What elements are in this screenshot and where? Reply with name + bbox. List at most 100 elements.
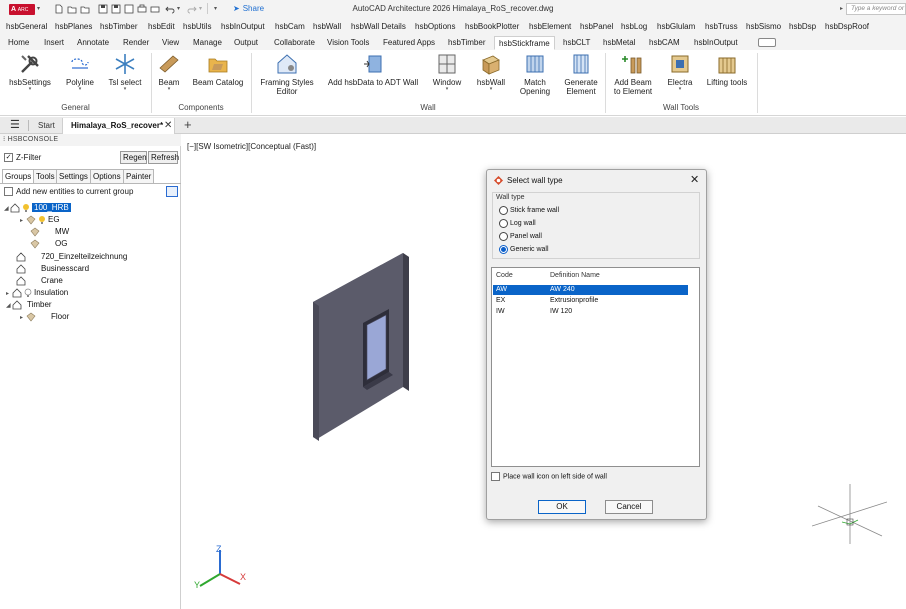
close-icon[interactable]: ✕ (690, 173, 699, 186)
menu-hsblog[interactable]: hsbLog (621, 21, 647, 32)
menu-hsbglulam[interactable]: hsbGlulam (657, 21, 695, 32)
radio-button[interactable] (499, 205, 508, 215)
hsbwall-button[interactable]: hsbWall ▾ (472, 52, 510, 92)
tab-manage[interactable]: Manage (189, 36, 226, 50)
menu-hsbbookplotter[interactable]: hsbBookPlotter (465, 21, 519, 32)
cancel-button[interactable]: Cancel (605, 500, 653, 514)
tab-hsbmetal[interactable]: hsbMetal (599, 36, 639, 50)
tab-hsbcam[interactable]: hsbCAM (645, 36, 684, 50)
electra-button[interactable]: Electra ▾ (662, 52, 698, 92)
tree-item-mw[interactable]: MW (30, 226, 69, 238)
radio-button[interactable] (499, 218, 508, 228)
ribbon-options-icon[interactable] (758, 38, 776, 47)
save-icon[interactable] (98, 4, 108, 14)
close-tab-icon[interactable]: ✕ (164, 119, 172, 133)
menu-hsbelement[interactable]: hsbElement (529, 21, 571, 32)
tab-insert[interactable]: Insert (40, 36, 68, 50)
console-tab-painter[interactable]: Painter (123, 169, 155, 183)
list-row[interactable]: IW IW 120 (493, 307, 688, 317)
undo-dropdown-icon[interactable]: ▾ (177, 5, 180, 12)
add-new-entities-checkbox[interactable] (4, 187, 13, 196)
tree-item-einzelteilzeichnung[interactable]: 720_Einzelteilzeichnung (16, 251, 127, 263)
print-icon[interactable] (150, 4, 160, 14)
redo-dropdown-icon[interactable]: ▾ (199, 5, 202, 12)
ok-button[interactable]: OK (538, 500, 586, 514)
save-to-web-icon[interactable] (124, 4, 134, 14)
console-tab-groups[interactable]: Groups (2, 169, 35, 183)
start-tab[interactable]: Start (38, 119, 55, 133)
beam-button[interactable]: Beam ▾ (154, 52, 184, 92)
polyline-button[interactable]: Polyline ▾ (60, 52, 100, 92)
menu-hsbplanes[interactable]: hsbPlanes (55, 21, 92, 32)
wall-3d-model[interactable] (307, 249, 417, 449)
save-as-icon[interactable] (111, 4, 121, 14)
zfilter-checkbox[interactable]: ✓ (4, 153, 13, 162)
tab-render[interactable]: Render (119, 36, 153, 50)
console-tab-settings[interactable]: Settings (56, 169, 91, 183)
radio-panel-wall[interactable]: Panel wall (499, 231, 542, 243)
list-row[interactable]: EX Extrusionprofile (493, 296, 688, 306)
search-expand-icon[interactable]: ▸ (840, 5, 843, 12)
window-button[interactable]: Window ▾ (428, 52, 466, 92)
application-menu-button[interactable]: A ARC (9, 4, 35, 15)
menu-hsbcam[interactable]: hsbCam (275, 21, 305, 32)
tree-item-businesscard[interactable]: Businesscard (16, 263, 89, 275)
customize-qa-icon[interactable]: ▾ (214, 5, 217, 12)
wall-definition-list[interactable]: Code Definition Name AW AW 240 EX Extrus… (491, 267, 700, 467)
menu-hsbutils[interactable]: hsbUtils (183, 21, 211, 32)
radio-log-wall[interactable]: Log wall (499, 218, 536, 230)
tab-view[interactable]: View (158, 36, 183, 50)
menu-hsbinoutput[interactable]: hsbInOutput (221, 21, 265, 32)
menu-hsbedit[interactable]: hsbEdit (148, 21, 175, 32)
file-tab[interactable]: Himalaya_RoS_recover* (62, 118, 175, 134)
open-folder-icon[interactable] (67, 4, 77, 14)
plot-icon[interactable] (137, 4, 147, 14)
tree-item-crane[interactable]: Crane (16, 275, 63, 287)
tree-item-100-hrb[interactable]: ◢ 100_HRB (4, 202, 71, 214)
menu-hsbdsp[interactable]: hsbDsp (789, 21, 816, 32)
share-button[interactable]: ➤ Share (233, 3, 264, 15)
tree-item-insulation[interactable]: ▸ Insulation (6, 287, 68, 299)
console-tab-options[interactable]: Options (90, 169, 124, 183)
radio-generic-wall[interactable]: Generic wall (499, 244, 549, 256)
radio-stick-frame-wall[interactable]: Stick frame wall (499, 205, 559, 217)
menu-hsbwall-details[interactable]: hsbWall Details (351, 21, 406, 32)
new-file-icon[interactable] (54, 4, 64, 14)
tsl-select-button[interactable]: Tsl select ▾ (106, 52, 144, 92)
tab-annotate[interactable]: Annotate (73, 36, 113, 50)
tab-vision-tools[interactable]: Vision Tools (323, 36, 373, 50)
tab-hsbtimber[interactable]: hsbTimber (444, 36, 490, 50)
tab-hsbstickframe[interactable]: hsbStickframe (494, 36, 555, 50)
beam-catalog-button[interactable]: Beam Catalog (190, 52, 246, 87)
hsbsettings-button[interactable]: hsbSettings ▾ (6, 52, 54, 92)
column-header-definition-name[interactable]: Definition Name (550, 272, 600, 279)
tab-home[interactable]: Home (4, 36, 33, 50)
menu-hsbdsproof[interactable]: hsbDspRoof (825, 21, 869, 32)
lifting-tools-button[interactable]: Lifting tools (702, 52, 752, 87)
radio-button[interactable] (499, 231, 508, 241)
viewport-controls[interactable]: [−][SW Isometric][Conceptual (Fast)] (187, 142, 316, 151)
menu-hsbgeneral[interactable]: hsbGeneral (6, 21, 47, 32)
console-tab-tools[interactable]: Tools (33, 169, 58, 183)
regen-button[interactable]: Regen (120, 151, 147, 164)
add-hsbdata-button[interactable]: Add hsbData to ADT Wall (324, 52, 422, 87)
refresh-button[interactable]: Refresh (148, 151, 179, 164)
redo-icon[interactable] (187, 4, 197, 14)
tree-item-eg[interactable]: ▸ EG (20, 214, 60, 226)
tab-hsbclt[interactable]: hsbCLT (559, 36, 594, 50)
file-tab-menu-icon[interactable]: ☰ (10, 120, 20, 131)
place-wall-icon-checkbox[interactable] (491, 472, 500, 481)
tab-featured-apps[interactable]: Featured Apps (379, 36, 439, 50)
app-menu-dropdown-icon[interactable]: ▾ (37, 5, 40, 12)
menu-hsbtruss[interactable]: hsbTruss (705, 21, 738, 32)
generate-element-button[interactable]: Generate Element (560, 52, 602, 96)
menu-hsboptions[interactable]: hsbOptions (415, 21, 455, 32)
tree-item-floor[interactable]: ▸ Floor (20, 311, 69, 323)
tree-item-timber[interactable]: ◢ Timber (6, 299, 52, 311)
undo-icon[interactable] (165, 4, 175, 14)
menu-hsbsismo[interactable]: hsbSismo (746, 21, 781, 32)
place-wall-icon-option[interactable]: Place wall icon on left side of wall (491, 472, 607, 481)
search-input[interactable]: Type a keyword or phrase (846, 3, 906, 15)
list-row[interactable]: AW AW 240 (493, 285, 688, 295)
menu-hsbpanel[interactable]: hsbPanel (580, 21, 613, 32)
